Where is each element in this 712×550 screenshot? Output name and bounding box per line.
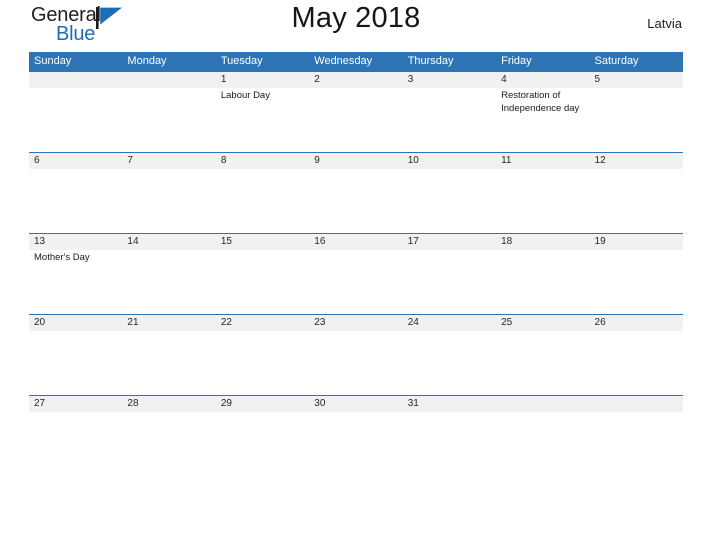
calendar-grid: Sunday Monday Tuesday Wednesday Thursday… bbox=[29, 52, 683, 476]
day-number[interactable]: 3 bbox=[403, 72, 496, 88]
day-event bbox=[403, 331, 496, 395]
weekday-saturday: Saturday bbox=[594, 55, 639, 67]
day-number[interactable]: 27 bbox=[29, 396, 122, 412]
weekday-sunday: Sunday bbox=[34, 55, 72, 67]
day-event bbox=[403, 250, 496, 314]
weekday-wednesday: Wednesday bbox=[314, 55, 373, 67]
weekday-thursday: Thursday bbox=[407, 55, 454, 67]
day-number[interactable]: 24 bbox=[403, 315, 496, 331]
day-number[interactable]: 12 bbox=[590, 153, 683, 169]
day-number[interactable]: 16 bbox=[309, 234, 402, 250]
day-event bbox=[309, 250, 402, 314]
day-event bbox=[122, 169, 215, 233]
day-event bbox=[122, 250, 215, 314]
day-number[interactable]: 2 bbox=[309, 72, 402, 88]
day-number[interactable]: 6 bbox=[29, 153, 122, 169]
week-event-strip: Mother's Day bbox=[29, 250, 683, 314]
week-date-strip: 6 7 8 9 10 11 12 bbox=[29, 153, 683, 169]
day-number[interactable] bbox=[122, 72, 215, 88]
day-event: Labour Day bbox=[220, 90, 270, 101]
day-number[interactable] bbox=[590, 396, 683, 412]
day-event bbox=[216, 412, 309, 476]
day-event bbox=[590, 250, 683, 314]
weekday-monday: Monday bbox=[127, 55, 167, 67]
day-number[interactable]: 17 bbox=[403, 234, 496, 250]
week-event-strip bbox=[29, 331, 683, 395]
week-date-strip: 27 28 29 30 31 bbox=[29, 396, 683, 412]
day-event bbox=[403, 412, 496, 476]
day-event bbox=[590, 412, 683, 476]
day-event bbox=[122, 331, 215, 395]
day-event bbox=[403, 169, 496, 233]
country-label: Latvia bbox=[647, 16, 682, 31]
day-event bbox=[309, 412, 402, 476]
day-number[interactable]: 29 bbox=[216, 396, 309, 412]
day-number[interactable]: 5 bbox=[590, 72, 683, 88]
day-event bbox=[29, 169, 122, 233]
day-event bbox=[122, 412, 215, 476]
day-number[interactable]: 22 bbox=[216, 315, 309, 331]
week-row: 20 21 22 23 24 25 26 bbox=[29, 314, 683, 395]
day-event bbox=[309, 169, 402, 233]
day-number[interactable]: 11 bbox=[496, 153, 589, 169]
week-event-strip bbox=[29, 412, 683, 476]
day-number[interactable]: 18 bbox=[496, 234, 589, 250]
page-header: General Blue May 2018 Latvia bbox=[29, 0, 683, 52]
day-event bbox=[309, 88, 402, 152]
day-event bbox=[216, 250, 309, 314]
day-number[interactable]: 10 bbox=[403, 153, 496, 169]
week-date-strip: 13 14 15 16 17 18 19 bbox=[29, 234, 683, 250]
day-event bbox=[496, 331, 589, 395]
day-number[interactable] bbox=[496, 396, 589, 412]
day-event bbox=[216, 169, 309, 233]
day-event: Restoration of Independence day bbox=[501, 90, 580, 114]
day-event bbox=[590, 331, 683, 395]
day-number[interactable]: 31 bbox=[403, 396, 496, 412]
week-date-strip: 1 2 3 4 5 bbox=[29, 72, 683, 88]
day-event bbox=[309, 331, 402, 395]
day-event bbox=[403, 88, 496, 152]
day-event bbox=[496, 169, 589, 233]
week-row: 27 28 29 30 31 bbox=[29, 395, 683, 476]
day-number[interactable]: 15 bbox=[216, 234, 309, 250]
day-number[interactable]: 26 bbox=[590, 315, 683, 331]
week-date-strip: 20 21 22 23 24 25 26 bbox=[29, 315, 683, 331]
day-event bbox=[590, 88, 683, 152]
day-number[interactable]: 13 bbox=[29, 234, 122, 250]
day-event bbox=[496, 250, 589, 314]
day-number[interactable]: 4 bbox=[496, 72, 589, 88]
day-number[interactable]: 19 bbox=[590, 234, 683, 250]
week-event-strip bbox=[29, 169, 683, 233]
day-number[interactable]: 21 bbox=[122, 315, 215, 331]
week-row: 6 7 8 9 10 11 12 bbox=[29, 152, 683, 233]
week-row: 13 14 15 16 17 18 19 Mother's Day bbox=[29, 233, 683, 314]
day-number[interactable]: 28 bbox=[122, 396, 215, 412]
day-event bbox=[29, 88, 122, 152]
day-event bbox=[29, 412, 122, 476]
day-number[interactable]: 20 bbox=[29, 315, 122, 331]
day-event bbox=[590, 169, 683, 233]
calendar-page: General Blue May 2018 Latvia Sunday Mond… bbox=[0, 0, 712, 550]
day-number[interactable] bbox=[29, 72, 122, 88]
day-event bbox=[122, 88, 215, 152]
day-number[interactable]: 8 bbox=[216, 153, 309, 169]
day-number[interactable]: 25 bbox=[496, 315, 589, 331]
week-event-strip: Labour Day Restoration of Independence d… bbox=[29, 88, 683, 152]
weekday-header-row: Sunday Monday Tuesday Wednesday Thursday… bbox=[29, 52, 683, 71]
week-row: 1 2 3 4 5 Labour Day Restoration of Inde… bbox=[29, 71, 683, 152]
weekday-friday: Friday bbox=[501, 55, 532, 67]
weekday-tuesday: Tuesday bbox=[220, 55, 263, 67]
day-number[interactable]: 14 bbox=[122, 234, 215, 250]
day-number[interactable]: 7 bbox=[122, 153, 215, 169]
page-title: May 2018 bbox=[291, 2, 421, 34]
day-event bbox=[216, 331, 309, 395]
day-number[interactable]: 23 bbox=[309, 315, 402, 331]
day-event bbox=[496, 412, 589, 476]
day-event bbox=[29, 331, 122, 395]
day-number[interactable]: 9 bbox=[309, 153, 402, 169]
day-number[interactable]: 30 bbox=[309, 396, 402, 412]
day-number[interactable]: 1 bbox=[216, 72, 309, 88]
day-event: Mother's Day bbox=[34, 252, 90, 263]
